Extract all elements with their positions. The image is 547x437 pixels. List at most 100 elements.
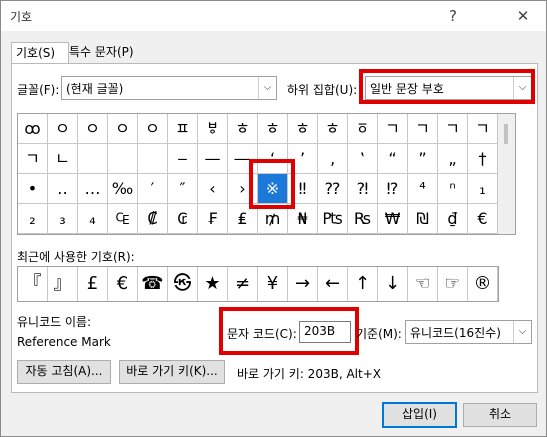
symbol-cell[interactable]: ㄴㄴ bbox=[48, 144, 78, 174]
help-icon[interactable]: ? bbox=[441, 5, 465, 27]
font-value: (현재 글꼴) bbox=[66, 82, 124, 96]
symbol-cell[interactable]: ㅎㅁ bbox=[288, 114, 318, 144]
symbol-cell[interactable]: ㅇㅋ bbox=[48, 114, 78, 144]
insert-button[interactable]: 삽입(I) bbox=[382, 402, 457, 428]
symbol-cell[interactable]: ₁ bbox=[468, 174, 498, 204]
symbol-cell[interactable]: ⁉ bbox=[378, 174, 408, 204]
symbol-cell[interactable]: ㄱㅎ bbox=[18, 144, 48, 174]
symbol-cell[interactable]: ₡ bbox=[138, 204, 168, 234]
font-dropdown[interactable]: (현재 글꼴) ⌵ bbox=[61, 76, 277, 100]
recent-symbol[interactable]: 』 bbox=[48, 267, 78, 301]
highlight-subset bbox=[359, 69, 535, 104]
symbol-cell[interactable]: ″ bbox=[168, 174, 198, 204]
symbol-cell[interactable]: ㅎㄴ bbox=[228, 114, 258, 144]
recent-symbol[interactable]: 『 bbox=[18, 267, 48, 301]
symbol-cell[interactable]: ㅇ bbox=[78, 114, 108, 144]
symbol-cell[interactable]: ㅇㅿ bbox=[138, 114, 168, 144]
symbol-cell[interactable]: — bbox=[198, 144, 228, 174]
recent-symbol[interactable]: ☞ bbox=[438, 267, 468, 301]
symbol-cell[interactable]: ₄ bbox=[78, 204, 108, 234]
dialog-title: 기호 bbox=[10, 10, 33, 24]
highlight-selected-symbol bbox=[249, 159, 295, 209]
symbol-cell[interactable]: € bbox=[468, 204, 498, 234]
autocorrect-button[interactable]: 자동 고침(A)... bbox=[17, 360, 111, 384]
symbol-cell[interactable]: ㅎㅂ bbox=[318, 114, 348, 144]
symbol-cell[interactable]: ‥ bbox=[48, 174, 78, 204]
recent-symbols: 『』 £ € ☎ ㉿ ★ ≠ ¥ → ← ↑ ↓ ☜ ☞ ® bbox=[17, 266, 499, 302]
symbol-cell[interactable]: ‚ bbox=[318, 144, 348, 174]
subset-label: 하위 집합(U): bbox=[287, 83, 358, 97]
recent-symbol[interactable]: ↓ bbox=[378, 267, 408, 301]
symbol-cell[interactable]: ‹ bbox=[198, 174, 228, 204]
tab-symbols[interactable]: 기호(S) bbox=[11, 42, 69, 65]
symbol-cell[interactable]: ′ bbox=[138, 174, 168, 204]
recent-symbol[interactable]: ← bbox=[318, 267, 348, 301]
shortcut-key-text: 바로 가기 키: 203B, Alt+X bbox=[237, 367, 381, 381]
symbol-cell[interactable]: ㄱㄴ bbox=[378, 114, 408, 144]
symbol-cell[interactable]: “ bbox=[378, 144, 408, 174]
symbol-cell[interactable]: ‛ bbox=[348, 144, 378, 174]
symbol-cell[interactable]: ⁈ bbox=[348, 174, 378, 204]
recent-symbol[interactable]: £ bbox=[78, 267, 108, 301]
recent-symbol[interactable]: € bbox=[108, 267, 138, 301]
cancel-button[interactable]: 취소 bbox=[463, 403, 537, 427]
recent-symbol[interactable]: ☜ bbox=[408, 267, 438, 301]
symbol-dialog: 기호 ? ✕ 기호(S) 특수 문자(P) 글꼴(F): (현재 글꼴) ⌵ 하… bbox=[0, 0, 547, 437]
symbol-cell[interactable]: ₪ bbox=[408, 204, 438, 234]
recent-symbol[interactable]: ¥ bbox=[258, 267, 288, 301]
close-icon[interactable]: ✕ bbox=[511, 5, 535, 27]
symbol-cell[interactable] bbox=[108, 144, 138, 174]
shortcut-key-button[interactable]: 바로 가기 키(K)... bbox=[119, 360, 225, 384]
grid-scrollbar[interactable] bbox=[498, 113, 516, 235]
symbol-cell[interactable]: ₠ bbox=[108, 204, 138, 234]
symbol-cell[interactable]: † bbox=[468, 144, 498, 174]
unicode-name-label: 유니코드 이름: bbox=[17, 315, 92, 329]
font-label: 글꼴(F): bbox=[17, 83, 60, 97]
symbol-cell[interactable]: ₨ bbox=[348, 204, 378, 234]
symbol-cell[interactable]: ₢ bbox=[168, 204, 198, 234]
symbol-cell[interactable]: ꝏ bbox=[18, 114, 48, 144]
recent-symbol[interactable]: ® bbox=[468, 267, 498, 301]
recent-symbol[interactable]: ☎ bbox=[138, 267, 168, 301]
symbol-cell[interactable]: ㅍㅂ bbox=[168, 114, 198, 144]
symbol-cell[interactable]: ‰ bbox=[108, 174, 138, 204]
from-label: 기준(M): bbox=[356, 327, 402, 341]
symbol-cell[interactable] bbox=[78, 144, 108, 174]
symbol-cell[interactable]: ‒ bbox=[168, 144, 198, 174]
symbol-cell[interactable]: ₧ bbox=[318, 204, 348, 234]
symbol-cell[interactable]: • bbox=[18, 174, 48, 204]
symbol-cell[interactable]: ⁇ bbox=[318, 174, 348, 204]
scrollbar-thumb[interactable] bbox=[504, 124, 508, 144]
symbol-cell[interactable]: ₣ bbox=[198, 204, 228, 234]
recent-symbol[interactable]: ★ bbox=[198, 267, 228, 301]
symbol-cell[interactable]: ₃ bbox=[48, 204, 78, 234]
unicode-name-value: Reference Mark bbox=[17, 335, 111, 349]
symbol-cell[interactable]: ₫ bbox=[438, 204, 468, 234]
symbol-cell[interactable]: ” bbox=[408, 144, 438, 174]
symbol-cell[interactable]: ₩ bbox=[378, 204, 408, 234]
tab-special-characters[interactable]: 특수 문자(P) bbox=[65, 42, 153, 63]
recent-symbol[interactable]: ≠ bbox=[228, 267, 258, 301]
recent-symbol[interactable]: ㉿ bbox=[168, 267, 198, 301]
symbol-cell[interactable]: … bbox=[78, 174, 108, 204]
symbol-cell[interactable] bbox=[138, 144, 168, 174]
symbol-cell[interactable]: ₂ bbox=[18, 204, 48, 234]
symbol-cell[interactable]: ㅇㅅ bbox=[108, 114, 138, 144]
from-value: 유니코드(16진수) bbox=[410, 326, 501, 340]
symbol-cell[interactable]: ⁴ bbox=[408, 174, 438, 204]
recent-symbol[interactable]: → bbox=[288, 267, 318, 301]
symbol-cell[interactable]: ㄱㅋ bbox=[468, 114, 498, 144]
chevron-down-icon: ⌵ bbox=[513, 321, 531, 343]
title-bar: 기호 ? ✕ bbox=[1, 1, 546, 31]
recent-symbol[interactable]: ↑ bbox=[348, 267, 378, 301]
symbol-cell[interactable]: ㄱㅈ bbox=[438, 114, 468, 144]
symbol-cell[interactable]: ㅎㄹ bbox=[258, 114, 288, 144]
recent-label: 최근에 사용한 기호(R): bbox=[17, 250, 135, 264]
from-dropdown[interactable]: 유니코드(16진수) ⌵ bbox=[405, 320, 532, 344]
symbol-cell[interactable]: ㅸ bbox=[198, 114, 228, 144]
symbol-cell[interactable]: „ bbox=[438, 144, 468, 174]
symbol-cell[interactable]: ㄱㅂ bbox=[408, 114, 438, 144]
symbol-cell[interactable]: ㆆ bbox=[348, 114, 378, 144]
chevron-down-icon: ⌵ bbox=[258, 77, 276, 99]
symbol-cell[interactable]: ⁿ bbox=[438, 174, 468, 204]
